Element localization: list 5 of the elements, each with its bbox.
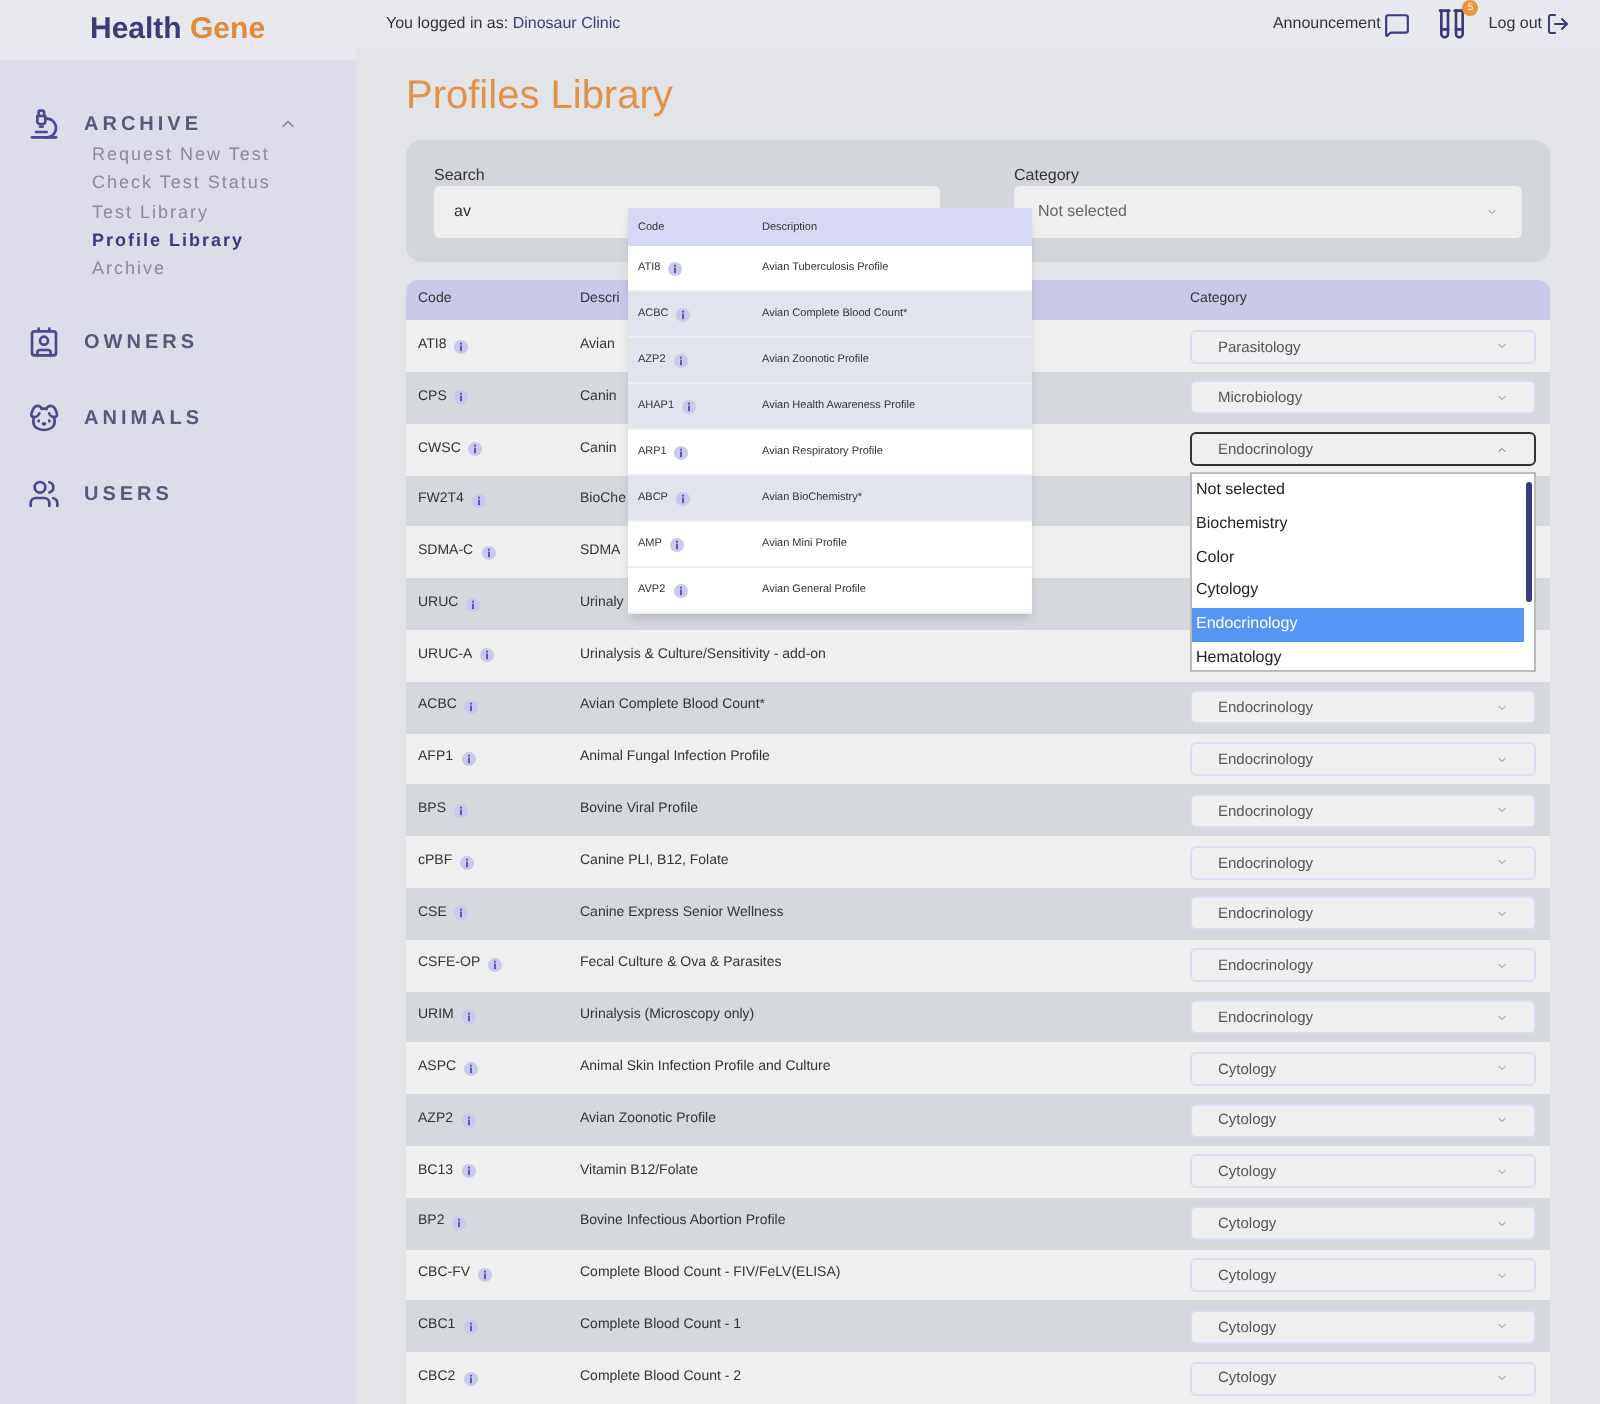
logo: Health Gene (90, 9, 266, 50)
category-label: Category (1014, 164, 1081, 187)
page-title: Profiles Library (406, 72, 675, 123)
search-label: Search (434, 164, 487, 187)
login-text: You logged in as: Dinosaur Clinic (386, 12, 621, 37)
